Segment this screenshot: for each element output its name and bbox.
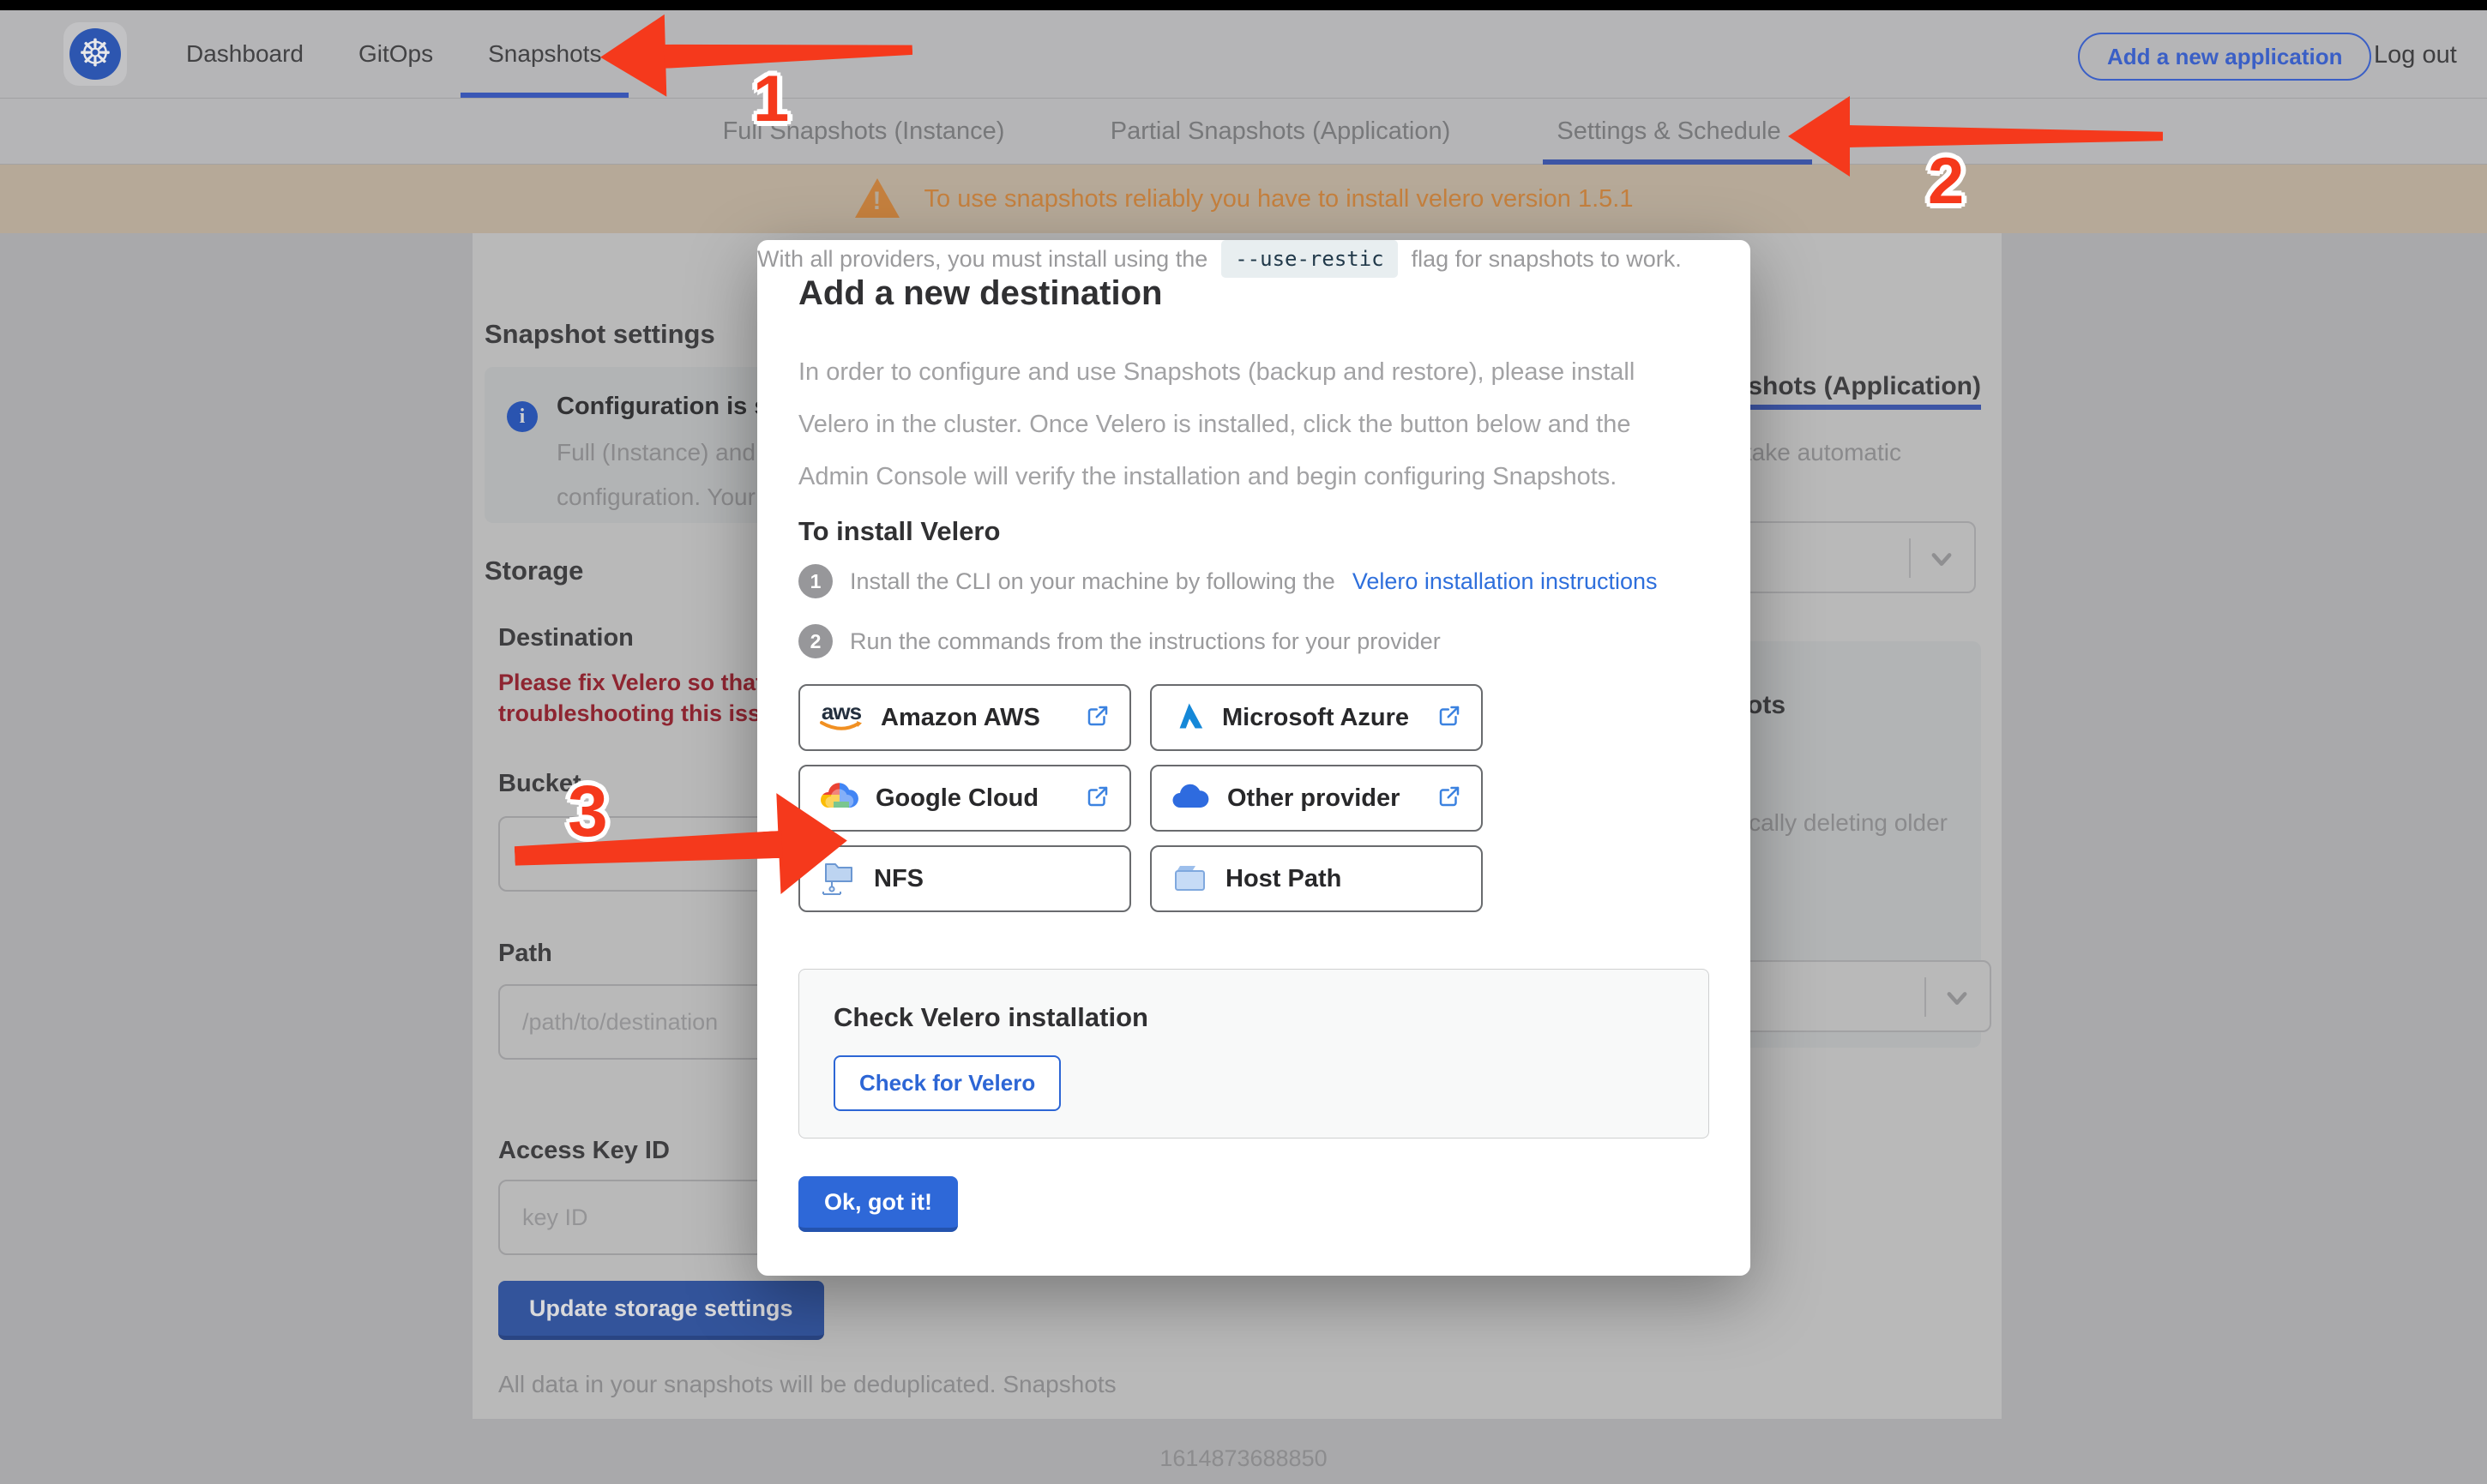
add-new-application-button[interactable]: Add a new application [2078, 33, 2371, 81]
add-destination-modal: Add a new destination In order to config… [757, 240, 1750, 1276]
external-link-icon [1436, 703, 1462, 733]
modal-description: In order to configure and use Snapshots … [798, 346, 1647, 503]
velero-error-line1: Please fix Velero so that th [498, 667, 792, 698]
external-link-icon [1085, 703, 1111, 733]
provider-button-google-cloud[interactable]: Google Cloud [798, 765, 1131, 832]
topnav-tabs: Dashboard GitOps Snapshots [159, 10, 629, 98]
app-logo[interactable]: ☸ [63, 22, 127, 86]
check-velero-heading: Check Velero installation [834, 1002, 1674, 1033]
partial-snapshots-tab-fragment[interactable]: apshots (Application) [1718, 372, 1981, 401]
ok-got-it-button[interactable]: Ok, got it! [798, 1176, 958, 1232]
tab-settings-schedule[interactable]: Settings & Schedule [1557, 99, 1780, 165]
host-path-folder-icon [1171, 861, 1208, 898]
path-label: Path [498, 940, 552, 968]
aws-icon: aws [819, 703, 864, 732]
restic-note: With all providers, you must install usi… [757, 240, 1750, 278]
tab-partial-snapshots[interactable]: Partial Snapshots (Application) [1111, 99, 1451, 165]
window-top-strip [0, 0, 2487, 10]
velero-installation-instructions-link[interactable]: Velero installation instructions [1352, 568, 1658, 595]
kubernetes-wheel-icon: ☸ [69, 28, 121, 80]
modal-title: Add a new destination [798, 274, 1162, 313]
warning-banner-text: To use snapshots reliably you have to in… [924, 185, 1634, 213]
provider-button-amazon-aws[interactable]: aws Amazon AWS [798, 684, 1131, 751]
debug-timestamp: 1614873688850 [1159, 1445, 1327, 1472]
check-for-velero-button[interactable]: Check for Velero [834, 1055, 1061, 1111]
access-key-id-label: Access Key ID [498, 1137, 670, 1165]
use-restic-flag-code: --use-restic [1221, 240, 1397, 278]
chevron-down-icon [1943, 984, 1971, 1016]
update-storage-settings-button[interactable]: Update storage settings [498, 1281, 824, 1340]
chevron-down-icon [1928, 545, 1955, 577]
provider-button-other-provider[interactable]: Other provider [1150, 765, 1483, 832]
install-step-1: 1 Install the CLI on your machine by fol… [798, 564, 1658, 598]
check-velero-card: Check Velero installation Check for Vele… [798, 969, 1709, 1139]
cloud-icon [1171, 782, 1210, 815]
nav-item-gitops[interactable]: GitOps [331, 10, 461, 98]
info-card-title: Configuration is sh [557, 393, 783, 421]
install-step-2: 2 Run the commands from the instructions… [798, 624, 1441, 658]
external-link-icon [1085, 784, 1111, 814]
info-icon: i [507, 401, 538, 432]
storage-heading: Storage [485, 556, 583, 586]
annotation-arrow-2 [1788, 96, 2163, 177]
install-velero-heading: To install Velero [798, 516, 1000, 547]
screen: ☸ Dashboard GitOps Snapshots Add a new a… [0, 0, 2487, 1484]
step-2-badge: 2 [798, 624, 833, 658]
external-link-icon [1436, 784, 1462, 814]
step-1-badge: 1 [798, 564, 833, 598]
warning-triangle-icon: ! [854, 178, 900, 219]
page-title: Snapshot settings [485, 319, 715, 350]
top-navbar: ☸ Dashboard GitOps Snapshots Add a new a… [0, 10, 2487, 99]
step-1-text: Install the CLI on your machine by follo… [850, 568, 1335, 595]
annotation-number-2: 2 [1928, 144, 1964, 219]
azure-icon [1171, 699, 1205, 737]
provider-button-microsoft-azure[interactable]: Microsoft Azure [1150, 684, 1483, 751]
step-2-text: Run the commands from the instructions f… [850, 628, 1441, 655]
annotation-number-1: 1 [753, 62, 789, 136]
annotation-number-3: 3 [568, 770, 608, 853]
velero-error-line2: troubleshooting this issue [498, 698, 788, 729]
logout-link[interactable]: Log out [2374, 41, 2457, 69]
provider-button-host-path[interactable]: Host Path [1150, 845, 1483, 912]
annotation-arrow-3 [513, 790, 850, 906]
dedup-footnote: All data in your snapshots will be dedup… [498, 1360, 1193, 1419]
destination-label: Destination [498, 624, 634, 652]
nav-item-dashboard[interactable]: Dashboard [159, 10, 331, 98]
